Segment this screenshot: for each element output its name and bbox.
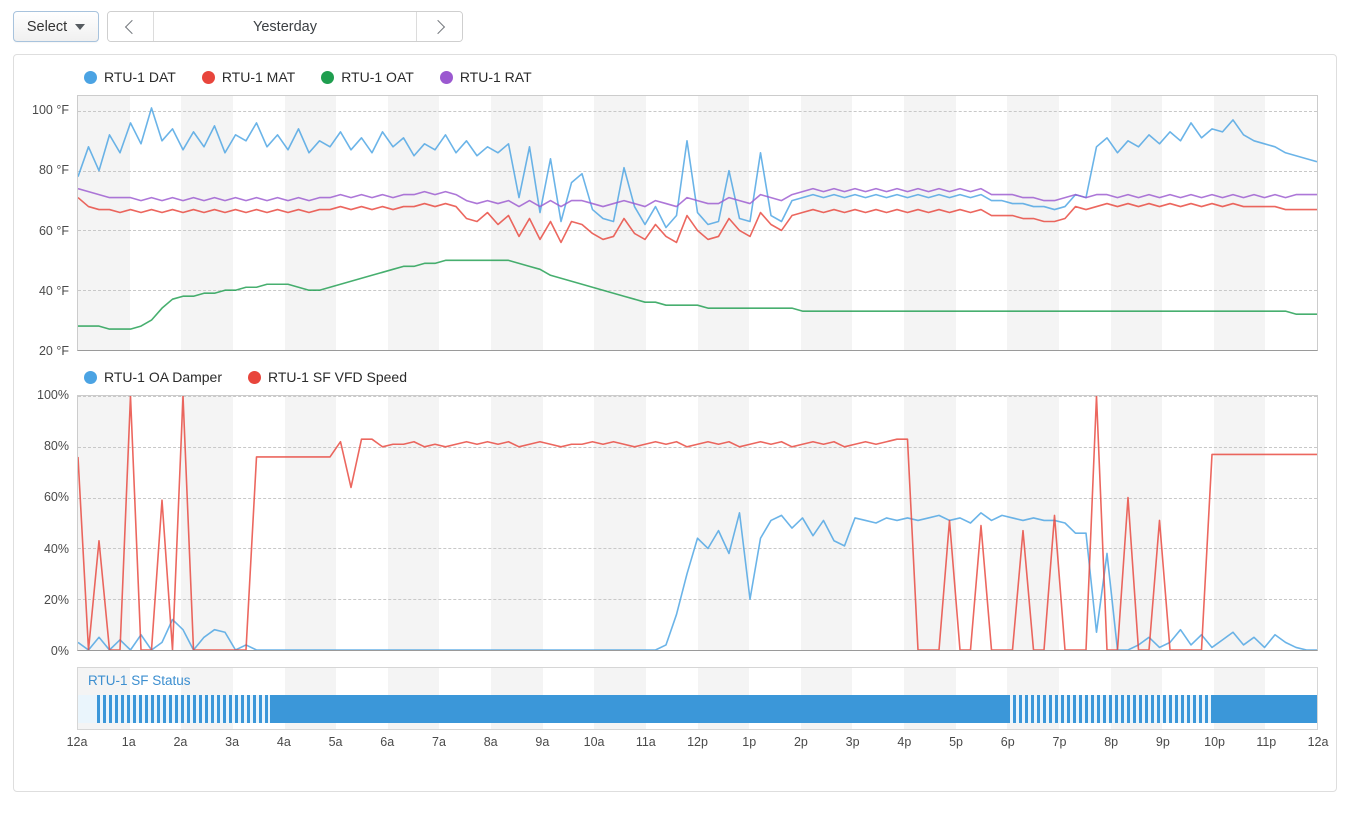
trend-viewer-page: Select Yesterday RTU-1 DAT RTU-1 MAT RTU-1… bbox=[0, 0, 1350, 814]
chevron-right-icon bbox=[430, 19, 446, 34]
x-axis-tick-label: 3a bbox=[225, 735, 240, 749]
x-axis-tick-label: 7a bbox=[432, 735, 446, 749]
x-axis-tick-label: 8p bbox=[1104, 735, 1119, 749]
x-axis-tick-label: 1a bbox=[121, 735, 136, 749]
x-axis-tick-label: 9a bbox=[535, 735, 550, 749]
x-axis-tick-label: 5p bbox=[949, 735, 963, 749]
temperature-chart-block: RTU-1 DAT RTU-1 MAT RTU-1 OAT RTU-1 RAT 100… bbox=[14, 69, 1336, 358]
status-segment bbox=[1007, 695, 1212, 723]
series-line bbox=[78, 198, 1317, 243]
x-axis-tick-label: 10p bbox=[1204, 735, 1226, 749]
date-range-pager: Yesterday bbox=[107, 11, 463, 42]
legend-item[interactable]: RTU-1 OA Damper bbox=[84, 369, 222, 385]
shared-x-axis: 12a 1a 2a 3a 4a 5a 6a 7a 8a 9a 10a 11a 12p 1p 2p 3p 4p 5p… bbox=[67, 735, 1329, 757]
legend-color-dot-icon bbox=[248, 370, 261, 384]
y-axis-tick-label: 20% bbox=[43, 592, 69, 607]
x-axis-tick-label: 2p bbox=[793, 735, 808, 749]
legend-item[interactable]: RTU-1 MAT bbox=[201, 69, 296, 85]
legend-color-dot-icon bbox=[84, 70, 97, 84]
x-axis-tick-label: 9p bbox=[1155, 735, 1170, 749]
temperature-plot-wrap: 100 °F 80 °F 60 °F 40 °F 20 °F bbox=[14, 95, 1336, 358]
legend-label: RTU-1 SF VFD Speed bbox=[268, 369, 408, 385]
damper-vfd-chart-block: RTU-1 OA Damper RTU-1 SF VFD Speed 100% 80… bbox=[14, 369, 1336, 658]
damper-vfd-y-axis: 100% 80% 60% 40% 20% 0% bbox=[14, 388, 77, 658]
y-axis-tick-label: 60 °F bbox=[38, 223, 69, 238]
series-line bbox=[78, 260, 1317, 329]
legend-color-dot-icon bbox=[321, 70, 335, 84]
sf-status-bar bbox=[78, 695, 1317, 723]
y-axis-tick-label: 80% bbox=[43, 439, 69, 454]
x-axis-tick-label: 6a bbox=[380, 735, 395, 749]
x-axis-tick-label: 11a bbox=[635, 735, 656, 749]
legend-item[interactable]: RTU-1 OAT bbox=[321, 69, 414, 85]
temperature-plot-area[interactable] bbox=[77, 95, 1318, 351]
series-canvas bbox=[78, 96, 1317, 350]
select-dropdown-button[interactable]: Select bbox=[13, 11, 99, 42]
legend-label: RTU-1 OAT bbox=[341, 69, 414, 85]
y-axis-tick-label: 20 °F bbox=[38, 344, 69, 358]
x-axis-tick-label: 12p bbox=[687, 735, 708, 749]
x-axis-tick-label: 5a bbox=[328, 735, 343, 749]
charts-panel: RTU-1 DAT RTU-1 MAT RTU-1 OAT RTU-1 RAT 100… bbox=[13, 54, 1337, 792]
x-axis-tick-label: 2a bbox=[173, 735, 188, 749]
chevron-left-icon bbox=[124, 19, 140, 34]
legend-label: RTU-1 DAT bbox=[104, 69, 176, 85]
temperature-y-axis: 100 °F 80 °F 60 °F 40 °F 20 °F bbox=[14, 95, 77, 358]
y-axis-tick-label: 0% bbox=[50, 644, 69, 658]
y-axis-tick-label: 40% bbox=[43, 541, 69, 556]
temperature-chart-legend: RTU-1 DAT RTU-1 MAT RTU-1 OAT RTU-1 RAT bbox=[14, 69, 1336, 85]
select-dropdown-label: Select bbox=[26, 18, 68, 35]
damper-vfd-chart-legend: RTU-1 OA Damper RTU-1 SF VFD Speed bbox=[14, 369, 1336, 385]
status-segment bbox=[78, 695, 97, 723]
toolbar: Select Yesterday bbox=[13, 11, 463, 42]
next-period-button[interactable] bbox=[416, 12, 462, 41]
damper-vfd-plot-area[interactable] bbox=[77, 395, 1318, 651]
x-axis-tick-label: 10a bbox=[583, 735, 605, 749]
x-axis-tick-label: 7p bbox=[1052, 735, 1067, 749]
x-axis-tick-label: 3p bbox=[845, 735, 860, 749]
series-canvas bbox=[78, 396, 1317, 650]
legend-label: RTU-1 RAT bbox=[459, 69, 532, 85]
y-axis-tick-label: 60% bbox=[43, 490, 69, 505]
y-axis-tick-label: 100 °F bbox=[32, 103, 69, 118]
x-axis-tick-label: 11p bbox=[1256, 735, 1277, 749]
legend-label: RTU-1 OA Damper bbox=[104, 369, 222, 385]
legend-color-dot-icon bbox=[439, 70, 453, 84]
date-range-label[interactable]: Yesterday bbox=[154, 12, 416, 41]
legend-label: RTU-1 MAT bbox=[221, 69, 296, 85]
chevron-down-icon bbox=[75, 23, 86, 30]
legend-item[interactable]: RTU-1 RAT bbox=[439, 69, 532, 85]
legend-item[interactable]: RTU-1 SF VFD Speed bbox=[248, 369, 407, 385]
series-line bbox=[78, 396, 1317, 650]
status-segment bbox=[270, 695, 1008, 723]
x-axis-tick-label: 8a bbox=[483, 735, 498, 749]
sf-status-strip[interactable]: RTU-1 SF Status bbox=[77, 667, 1318, 730]
y-axis-tick-label: 100% bbox=[37, 388, 69, 402]
x-axis-tick-label: 1p bbox=[742, 735, 757, 749]
damper-vfd-plot-wrap: 100% 80% 60% 40% 20% 0% bbox=[14, 388, 1336, 658]
x-axis-tick-label: 12a bbox=[66, 735, 88, 749]
y-axis-tick-label: 80 °F bbox=[38, 163, 69, 178]
sf-status-label: RTU-1 SF Status bbox=[88, 673, 191, 688]
y-axis-tick-label: 40 °F bbox=[38, 283, 69, 298]
legend-color-dot-icon bbox=[201, 70, 215, 84]
series-line bbox=[78, 108, 1317, 228]
status-segment bbox=[96, 695, 271, 723]
x-axis-tick-label: 6p bbox=[1000, 735, 1015, 749]
previous-period-button[interactable] bbox=[108, 12, 154, 41]
x-axis-tick-label: 12a bbox=[1307, 735, 1329, 749]
legend-color-dot-icon bbox=[84, 370, 97, 384]
status-segment bbox=[1211, 695, 1317, 723]
x-axis-tick-label: 4p bbox=[897, 735, 912, 749]
x-axis-tick-label: 4a bbox=[276, 735, 291, 749]
legend-item[interactable]: RTU-1 DAT bbox=[84, 69, 176, 85]
